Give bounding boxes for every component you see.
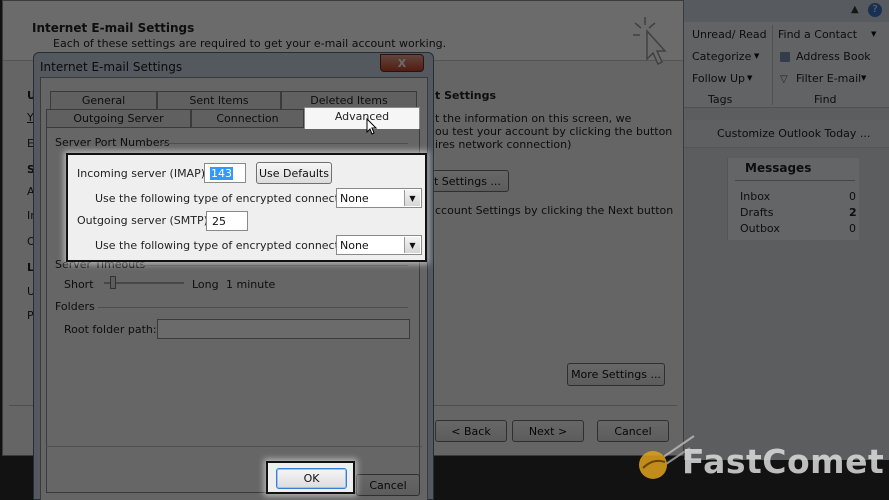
address-book-button[interactable]: Address Book <box>796 50 871 63</box>
fastcomet-watermark: FastComet <box>636 432 884 492</box>
outbox-label[interactable]: Outbox <box>740 222 780 235</box>
folders-divider <box>98 307 408 308</box>
customize-outlook-today-link[interactable]: Customize Outlook Today ... <box>717 127 870 140</box>
outlook-window: ▲ ? Unread/ Read Categorize ▼ Follow Up … <box>684 0 889 460</box>
outer-wizard-title: Internet E-mail Settings <box>32 21 195 35</box>
outgoing-encryption-select[interactable]: None ▼ <box>336 235 422 255</box>
outbox-count: 0 <box>849 222 856 235</box>
follow-up-button[interactable]: Follow Up <box>692 72 745 85</box>
outgoing-server-label: Outgoing server (SMTP): <box>77 214 212 227</box>
highlight-server-ports: Incoming server (IMAP): 143 Use Defaults… <box>66 153 427 262</box>
mouse-cursor-icon <box>366 118 378 135</box>
incoming-port-input[interactable]: 143 <box>204 163 246 183</box>
filter-icon: ▽ <box>780 74 788 85</box>
tab-sent-items[interactable]: Sent Items <box>157 91 281 109</box>
timeout-value: 1 minute <box>226 278 276 291</box>
find-contact-dropdown-icon[interactable]: ▼ <box>871 30 876 38</box>
tab-outgoing-server[interactable]: Outgoing Server <box>46 109 191 127</box>
dialog-close-button[interactable]: X <box>380 54 424 72</box>
find-group-label: Find <box>814 93 837 106</box>
close-icon: X <box>397 56 407 70</box>
server-port-numbers-divider <box>160 143 408 144</box>
incoming-port-value: 143 <box>210 166 233 180</box>
dialog-title: Internet E-mail Settings <box>40 60 183 74</box>
filter-email-button[interactable]: Filter E-mail <box>796 72 861 85</box>
root-folder-input[interactable] <box>157 319 410 339</box>
dialog-cancel-button[interactable]: Cancel <box>356 474 420 496</box>
unread-read-button[interactable]: Unread/ Read <box>692 28 767 41</box>
tab-general[interactable]: General <box>50 91 157 109</box>
incoming-server-label: Incoming server (IMAP): <box>77 167 209 180</box>
root-folder-label: Root folder path: <box>64 323 157 336</box>
timeout-slider-track <box>104 282 184 284</box>
outgoing-encryption-label: Use the following type of encrypted conn… <box>95 239 360 252</box>
inbox-label[interactable]: Inbox <box>740 190 770 203</box>
incoming-encryption-value: None <box>340 191 369 205</box>
test-settings-heading: t Settings <box>435 89 497 102</box>
follow-up-dropdown-icon: ▼ <box>747 74 753 82</box>
folders-group-label: Folders <box>55 300 95 313</box>
ribbon-group-divider <box>772 25 773 105</box>
outgoing-port-input[interactable]: 25 <box>206 211 248 231</box>
tags-group-label: Tags <box>708 93 733 106</box>
test-settings-text: t the information on this screen, we <box>435 112 632 125</box>
find-contact-input[interactable]: Find a Contact <box>778 28 857 41</box>
inbox-count: 0 <box>849 190 856 203</box>
next-button[interactable]: Next > <box>512 420 584 442</box>
ok-button[interactable]: OK <box>276 468 347 489</box>
chevron-down-icon[interactable]: ▼ <box>404 237 420 253</box>
categorize-button[interactable]: Categorize <box>692 50 751 63</box>
tab-connection[interactable]: Connection <box>191 109 304 127</box>
back-button[interactable]: < Back <box>435 420 507 442</box>
use-defaults-button[interactable]: Use Defaults <box>256 162 332 184</box>
server-port-numbers-group-label: Server Port Numbers <box>55 136 170 149</box>
server-timeouts-divider <box>140 265 408 266</box>
timeout-long-label: Long <box>192 278 219 291</box>
wizard-cursor-graphic-icon <box>633 17 667 66</box>
timeout-short-label: Short <box>64 278 94 291</box>
dialog-footer-divider <box>46 446 422 447</box>
drafts-count: 2 <box>849 206 857 219</box>
address-book-icon <box>780 52 790 62</box>
ribbon-collapse-icon[interactable]: ▲ <box>851 4 859 15</box>
incoming-encryption-select[interactable]: None ▼ <box>336 188 422 208</box>
more-settings-button[interactable]: More Settings ... <box>567 363 665 386</box>
filter-dropdown-icon: ▼ <box>861 74 867 82</box>
drafts-label[interactable]: Drafts <box>740 206 773 219</box>
messages-divider <box>735 180 855 181</box>
messages-header: Messages <box>745 161 812 175</box>
timeout-slider[interactable] <box>104 276 184 290</box>
next-note-text: ccount Settings by clicking the Next but… <box>435 204 674 217</box>
chevron-down-icon[interactable]: ▼ <box>404 190 420 206</box>
fastcomet-brand-text: FastComet <box>682 442 885 481</box>
outgoing-encryption-value: None <box>340 238 369 252</box>
test-settings-text: ires network connection) <box>435 138 572 151</box>
timeout-slider-thumb[interactable] <box>110 276 116 289</box>
incoming-encryption-label: Use the following type of encrypted conn… <box>95 192 360 205</box>
test-account-settings-button[interactable]: t Settings ... <box>427 170 509 192</box>
outer-wizard-subtitle: Each of these settings are required to g… <box>53 37 447 50</box>
tab-advanced[interactable]: Advanced <box>304 107 420 129</box>
help-icon[interactable]: ? <box>868 3 882 17</box>
test-settings-text: ou test your account by clicking the but… <box>435 125 673 138</box>
highlight-ok: OK <box>266 461 355 494</box>
categorize-dropdown-icon: ▼ <box>754 52 760 60</box>
